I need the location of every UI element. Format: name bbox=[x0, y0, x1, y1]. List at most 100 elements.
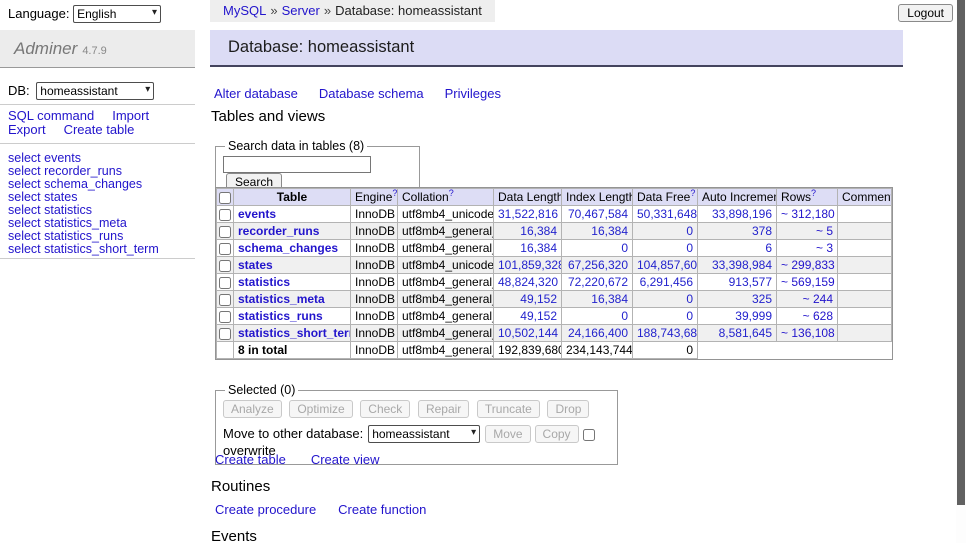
overwrite-checkbox[interactable] bbox=[583, 429, 595, 441]
header-label: Collation bbox=[402, 190, 449, 204]
tables-list: Table Engine? Collation? Data Length? In… bbox=[216, 188, 892, 359]
db-select[interactable]: homeassistant bbox=[36, 82, 154, 100]
adminer-logo-link[interactable]: Adminer bbox=[14, 39, 77, 58]
select-all-checkbox[interactable] bbox=[219, 192, 231, 204]
alter-database-link[interactable]: Alter database bbox=[214, 86, 298, 101]
rows-count-cell: ~ 312,180 bbox=[777, 206, 838, 223]
table-link[interactable]: statistics bbox=[238, 275, 290, 289]
table-link[interactable]: recorder_runs bbox=[238, 224, 319, 238]
comment-cell bbox=[838, 291, 892, 308]
help-link[interactable]: ? bbox=[811, 189, 816, 198]
rows-count-link[interactable]: ~ 244 bbox=[803, 292, 833, 306]
data-free-total: 0 bbox=[633, 342, 698, 359]
row-checkbox[interactable] bbox=[219, 311, 231, 323]
rows-count-link[interactable]: ~ 136,108 bbox=[781, 326, 835, 340]
index-length-cell: 0 bbox=[562, 308, 633, 325]
help-link[interactable]: ? bbox=[449, 189, 454, 198]
collation-cell: utf8mb4_general_ci bbox=[398, 325, 494, 342]
row-checkbox[interactable] bbox=[219, 243, 231, 255]
table-row: states InnoDB utf8mb4_unicode_ci 101,859… bbox=[217, 257, 892, 274]
row-checkbox[interactable] bbox=[219, 328, 231, 340]
row-checkbox[interactable] bbox=[219, 226, 231, 238]
database-schema-link[interactable]: Database schema bbox=[319, 86, 424, 101]
move-button[interactable]: Move bbox=[485, 425, 530, 443]
breadcrumb-server-link[interactable]: Server bbox=[282, 3, 320, 18]
data-free-cell: 104,857,600 bbox=[633, 257, 698, 274]
table-link[interactable]: schema_changes bbox=[238, 241, 338, 255]
table-link[interactable]: statistics_meta bbox=[238, 292, 325, 306]
header-label: Auto Increment bbox=[702, 190, 777, 204]
logout-button[interactable]: Logout bbox=[898, 4, 953, 22]
row-checkbox[interactable] bbox=[219, 260, 231, 272]
privileges-link[interactable]: Privileges bbox=[445, 86, 501, 101]
truncate-button[interactable]: Truncate bbox=[477, 400, 540, 418]
breadcrumb: MySQL»Server»Database: homeassistant bbox=[210, 0, 495, 22]
help-link[interactable]: ? bbox=[392, 189, 397, 198]
data-length-cell: 16,384 bbox=[494, 240, 562, 257]
table-link[interactable]: states bbox=[238, 258, 273, 272]
rows-count-link[interactable]: ~ 299,833 bbox=[781, 258, 835, 272]
breadcrumb-separator: » bbox=[324, 3, 331, 18]
help-link[interactable]: ? bbox=[690, 189, 695, 198]
search-legend: Search data in tables (8) bbox=[225, 139, 367, 153]
engine-cell: InnoDB bbox=[351, 325, 398, 342]
index-length-cell: 16,384 bbox=[562, 291, 633, 308]
move-database-select[interactable]: homeassistant bbox=[368, 425, 480, 443]
engine-cell: InnoDB bbox=[351, 223, 398, 240]
table-header-row: Table Engine? Collation? Data Length? In… bbox=[217, 189, 892, 206]
create-table-link[interactable]: Create table bbox=[215, 452, 286, 467]
data-free-cell: 0 bbox=[633, 240, 698, 257]
sidebar-item-select-statistics-short-term[interactable]: select statistics_short_term bbox=[8, 243, 159, 256]
scrollbar-track[interactable] bbox=[956, 0, 966, 543]
move-label: Move to other database: bbox=[223, 426, 363, 441]
import-link[interactable]: Import bbox=[112, 108, 149, 123]
search-input[interactable] bbox=[223, 156, 371, 173]
create-view-link[interactable]: Create view bbox=[311, 452, 380, 467]
language-select[interactable]: English bbox=[73, 5, 161, 23]
collation-cell: utf8mb4_general_ci bbox=[398, 342, 494, 359]
collation-cell: utf8mb4_general_ci bbox=[398, 308, 494, 325]
comment-cell bbox=[838, 206, 892, 223]
selected-legend: Selected (0) bbox=[225, 383, 298, 397]
engine-cell: InnoDB bbox=[351, 308, 398, 325]
row-checkbox[interactable] bbox=[219, 294, 231, 306]
create-function-link[interactable]: Create function bbox=[338, 502, 426, 517]
analyze-button[interactable]: Analyze bbox=[223, 400, 282, 418]
data-free-cell: 0 bbox=[633, 308, 698, 325]
scrollbar-thumb[interactable] bbox=[957, 0, 965, 505]
rows-count-cell: ~ 5 bbox=[777, 223, 838, 240]
sidebar-divider bbox=[0, 104, 195, 105]
breadcrumb-mysql-link[interactable]: MySQL bbox=[223, 3, 266, 18]
drop-button[interactable]: Drop bbox=[547, 400, 589, 418]
rows-count-cell: ~ 628 bbox=[777, 308, 838, 325]
rows-count-link[interactable]: ~ 569,159 bbox=[781, 275, 835, 289]
export-link[interactable]: Export bbox=[8, 122, 46, 137]
rows-count-link[interactable]: ~ 5 bbox=[816, 224, 833, 238]
header-label: Data Free bbox=[637, 190, 690, 204]
row-checkbox[interactable] bbox=[219, 277, 231, 289]
comment-cell bbox=[838, 240, 892, 257]
table-link[interactable]: statistics_runs bbox=[238, 309, 323, 323]
collation-cell: utf8mb4_general_ci bbox=[398, 291, 494, 308]
index-length-cell: 16,384 bbox=[562, 223, 633, 240]
copy-button[interactable]: Copy bbox=[535, 425, 579, 443]
rows-count-link[interactable]: ~ 3 bbox=[816, 241, 833, 255]
rows-count-link[interactable]: ~ 628 bbox=[803, 309, 833, 323]
table-row: statistics InnoDB utf8mb4_general_ci 48,… bbox=[217, 274, 892, 291]
table-row: recorder_runs InnoDB utf8mb4_general_ci … bbox=[217, 223, 892, 240]
repair-button[interactable]: Repair bbox=[418, 400, 469, 418]
create-procedure-link[interactable]: Create procedure bbox=[215, 502, 316, 517]
comment-cell bbox=[838, 325, 892, 342]
table-link[interactable]: events bbox=[238, 207, 276, 221]
table-link[interactable]: statistics_short_term bbox=[238, 326, 351, 340]
selected-buttons-row: Analyze Optimize Check Repair Truncate D… bbox=[223, 400, 610, 418]
create-table-sidebar-link[interactable]: Create table bbox=[64, 122, 135, 137]
check-button[interactable]: Check bbox=[360, 400, 410, 418]
column-header-table: Table bbox=[234, 189, 351, 206]
optimize-button[interactable]: Optimize bbox=[289, 400, 352, 418]
breadcrumb-current: Database: homeassistant bbox=[335, 3, 482, 18]
data-length-total: 192,839,680 bbox=[494, 342, 562, 359]
rows-count-link[interactable]: ~ 312,180 bbox=[781, 207, 835, 221]
row-checkbox[interactable] bbox=[219, 209, 231, 221]
sql-command-link[interactable]: SQL command bbox=[8, 108, 94, 123]
